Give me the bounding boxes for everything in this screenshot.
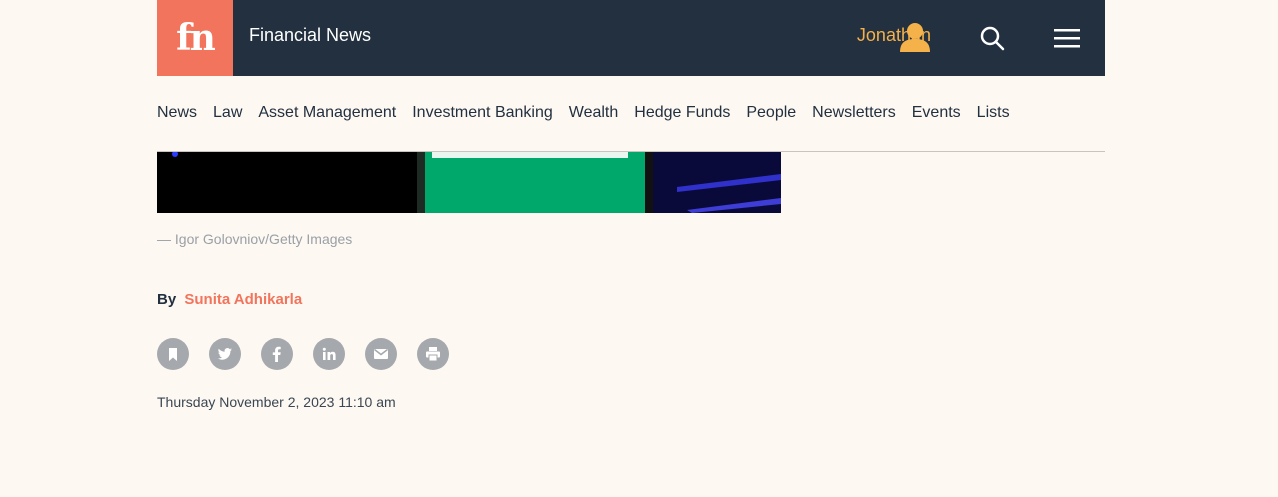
byline: By Sunita Adhikarla <box>157 291 302 308</box>
site-title[interactable]: Financial News <box>249 25 371 46</box>
nav-item-wealth[interactable]: Wealth <box>569 104 619 122</box>
user-icon[interactable] <box>898 22 932 52</box>
main-nav: News Law Asset Management Investment Ban… <box>157 76 1105 152</box>
article-photo <box>157 152 781 213</box>
nav-item-law[interactable]: Law <box>213 104 242 122</box>
nav-item-news[interactable]: News <box>157 104 197 122</box>
linkedin-icon[interactable] <box>313 338 345 370</box>
image-caption: — Igor Golovniov/Getty Images <box>157 231 353 247</box>
nav-item-newsletters[interactable]: Newsletters <box>812 104 896 122</box>
nav-item-investment-banking[interactable]: Investment Banking <box>412 104 553 122</box>
fn-logo[interactable]: fn <box>157 0 233 76</box>
nav-item-events[interactable]: Events <box>912 104 961 122</box>
nav-item-people[interactable]: People <box>746 104 796 122</box>
article-image <box>157 152 781 213</box>
share-toolbar <box>157 338 469 370</box>
nav-item-lists[interactable]: Lists <box>977 104 1010 122</box>
author-link[interactable]: Sunita Adhikarla <box>184 291 302 308</box>
site-header: fn Financial News Jonathan <box>157 0 1105 76</box>
nav-list: News Law Asset Management Investment Ban… <box>157 104 1026 122</box>
nav-item-hedge-funds[interactable]: Hedge Funds <box>634 104 730 122</box>
byline-prefix: By <box>157 291 177 308</box>
search-icon[interactable] <box>979 25 1005 51</box>
publish-timestamp: Thursday November 2, 2023 11:10 am <box>157 394 396 410</box>
twitter-icon[interactable] <box>209 338 241 370</box>
email-icon[interactable] <box>365 338 397 370</box>
print-icon[interactable] <box>417 338 449 370</box>
nav-item-asset-management[interactable]: Asset Management <box>258 104 396 122</box>
menu-icon[interactable] <box>1053 25 1081 51</box>
facebook-icon[interactable] <box>261 338 293 370</box>
bookmark-icon[interactable] <box>157 338 189 370</box>
